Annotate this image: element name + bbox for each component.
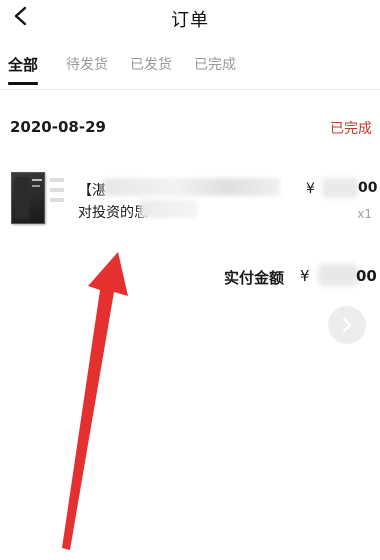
tab-all[interactable]: 全部 xyxy=(8,54,38,75)
tab-shipped[interactable]: 已发货 xyxy=(130,54,172,74)
product-title-redacted-2 xyxy=(140,200,198,218)
product-price-symbol: ¥ xyxy=(306,181,315,197)
total-paid-redacted xyxy=(318,264,358,286)
active-tab-indicator xyxy=(8,82,38,85)
product-title-line2: 对投资的思 xyxy=(78,205,148,221)
chevron-right-icon xyxy=(343,318,351,332)
order-tabs: 全部 待发货 已发货 已完成 xyxy=(0,48,380,88)
order-list-page: 订单 全部 待发货 已发货 已完成 2020-08-29 已完成 【湛 对投资的… xyxy=(0,0,380,560)
total-paid-label: 实付金额 xyxy=(224,269,285,287)
product-price-redacted xyxy=(322,178,358,198)
product-image[interactable] xyxy=(11,172,45,224)
tab-completed[interactable]: 已完成 xyxy=(194,54,236,74)
total-paid-symbol: ¥ xyxy=(300,267,310,285)
page-title: 订单 xyxy=(171,10,209,31)
order-status: 已完成 xyxy=(330,121,372,137)
product-quantity: x1 xyxy=(357,207,372,221)
total-paid-amount: 00 xyxy=(356,267,377,285)
tab-pending-shipment[interactable]: 待发货 xyxy=(66,54,108,74)
next-button[interactable] xyxy=(328,306,366,344)
product-title-line1: 【湛 xyxy=(78,183,106,199)
product-price: 00 xyxy=(358,180,378,196)
tabs-divider xyxy=(0,89,380,90)
product-title-redacted xyxy=(104,178,280,196)
nav-bar: 订单 xyxy=(0,0,380,38)
order-date: 2020-08-29 xyxy=(10,118,106,136)
product-image-caption xyxy=(48,174,70,222)
